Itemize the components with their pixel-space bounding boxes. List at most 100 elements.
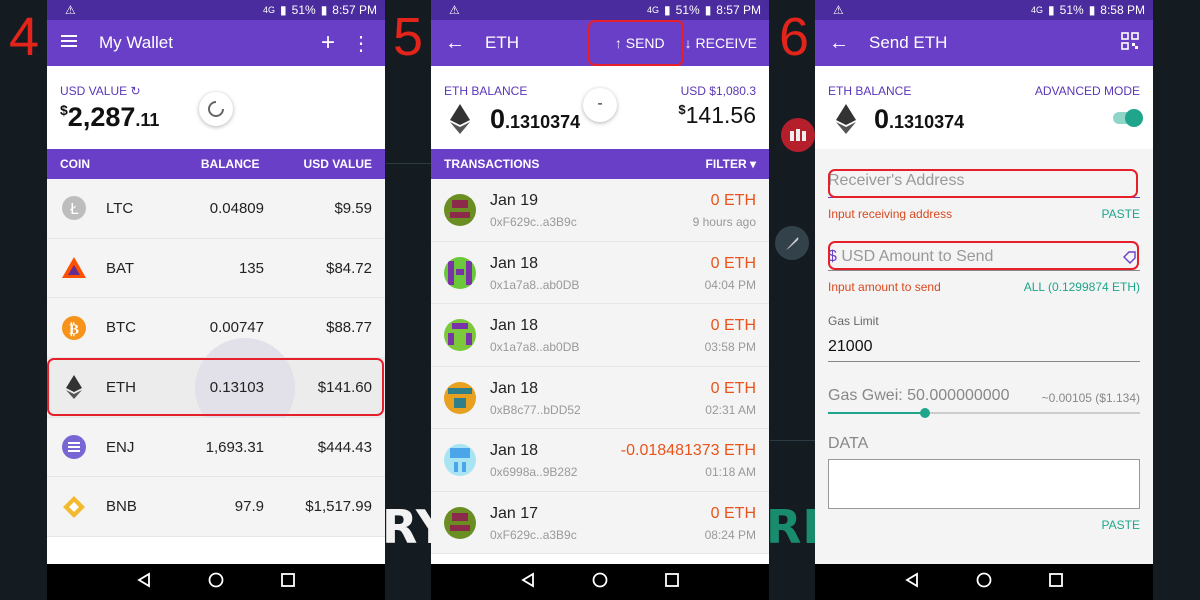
arrow-down-icon: ↓ [684, 35, 692, 51]
ethereum-icon [835, 104, 857, 139]
battery-label: 51% [675, 3, 700, 17]
back-arrow-icon[interactable]: ← [829, 32, 849, 55]
transaction-row[interactable]: Jan 18 0xB8c77..bDD52 0 ETH 02:31 AM [431, 366, 769, 429]
transaction-time: 04:04 PM [704, 277, 756, 292]
transaction-row[interactable]: Jan 17 0xF629c..a3B9c 0 ETH 08:24 PM [431, 491, 769, 554]
loading-spinner-icon [199, 92, 233, 126]
warning-icon: ⚠ [449, 3, 460, 17]
paste-button[interactable]: PASTE [1102, 207, 1140, 221]
gas-gwei-label: Gas Gwei: 50.000000000 [828, 387, 1010, 404]
warning-icon: ⚠ [833, 3, 844, 17]
data-textarea[interactable] [828, 459, 1140, 509]
transaction-time: 01:18 AM [705, 465, 756, 479]
amount-hint: Input amount to send [828, 280, 941, 294]
recents-nav-icon[interactable] [1048, 572, 1064, 593]
transaction-amount: -0.018481373 ETH [620, 442, 756, 459]
identicon-avatar [444, 506, 476, 539]
recents-nav-icon[interactable] [664, 572, 680, 593]
add-icon[interactable]: + [321, 29, 335, 57]
more-options-icon[interactable]: ⋮ [351, 31, 371, 56]
side-badge-icon [781, 118, 815, 152]
identicon-avatar [444, 444, 476, 476]
coin-usd: $84.72 [326, 259, 372, 277]
coin-balance: 1,693.31 [205, 438, 264, 456]
paste-data-button[interactable]: PASTE [1102, 518, 1140, 532]
coin-row-bnb[interactable]: BNB 97.9 $1,517.99 [47, 477, 385, 538]
home-nav-icon[interactable] [592, 572, 608, 593]
gas-gwei-slider[interactable] [828, 408, 1140, 418]
refresh-icon[interactable]: ↻ [130, 84, 140, 98]
receiver-hint: Input receiving address [828, 207, 953, 221]
network-label: 4G [1031, 5, 1044, 15]
slider-knob[interactable] [919, 408, 930, 418]
coin-row-ltc[interactable]: Ł LTC 0.04809 $9.59 [47, 179, 385, 239]
back-nav-icon[interactable] [904, 571, 920, 593]
bat-icon [61, 255, 87, 281]
bitcoin-icon: ₿ [61, 315, 87, 341]
step-number-6: 6 [779, 7, 810, 67]
qr-code-icon[interactable] [1121, 31, 1139, 55]
transaction-row[interactable]: Jan 18 0x1a7a8..ab0DB 0 ETH 03:58 PM [431, 304, 769, 367]
status-bar: ⚠ 4G ▮ 51% ▮ 8:58 PM [815, 0, 1153, 20]
transaction-time: 9 hours ago [692, 215, 756, 229]
usd-value-amount: $141.56 [678, 102, 756, 128]
network-label: 4G [647, 5, 660, 15]
home-nav-icon[interactable] [976, 572, 992, 593]
transactions-label: TRANSACTIONS [444, 157, 540, 171]
coin-table-header: COIN BALANCE USD VALUE [47, 149, 385, 179]
gas-limit-input[interactable]: 21000 [828, 338, 873, 356]
back-nav-icon[interactable] [520, 571, 536, 593]
usd-value-amount: $2,287.11 [60, 102, 160, 132]
coin-balance: 0.00747 [209, 319, 264, 337]
step-number-4: 4 [9, 7, 40, 67]
eth-screen: ⚠ 4G ▮ 51% ▮ 8:57 PM ← ETH ↑ SEND ↓ RECE… [431, 0, 769, 600]
transaction-row[interactable]: Jan 18 0x1a7a8..ab0DB 0 ETH 04:04 PM [431, 241, 769, 304]
advanced-mode-toggle[interactable] [1113, 109, 1143, 127]
transactions-header: TRANSACTIONS FILTER ▾ [431, 149, 769, 179]
binance-icon [61, 494, 87, 520]
toggle-knob [1125, 109, 1143, 127]
column-coin: COIN [60, 157, 90, 171]
transaction-address: 0xF629c..a3B9c [490, 527, 577, 542]
coin-row-enj[interactable]: ENJ 1,693.31 $444.43 [47, 417, 385, 478]
transaction-date: Jan 19 [490, 192, 539, 209]
all-amount-button[interactable]: ALL (0.1299874 ETH) [1024, 280, 1140, 294]
enjin-icon [61, 434, 87, 460]
recents-nav-icon[interactable] [280, 572, 296, 593]
coin-name: BNB [106, 498, 137, 516]
menu-icon[interactable] [61, 34, 79, 53]
transaction-date: Jan 18 [490, 317, 539, 334]
transaction-address: 0x6998a..9B282 [490, 465, 578, 479]
page-title: ETH [485, 33, 519, 52]
android-nav-bar [47, 564, 385, 600]
back-arrow-icon[interactable]: ← [445, 32, 465, 55]
wallet-screen: ⚠ 4G ▮ 51% ▮ 8:57 PM My Wallet + ⋮ USD V… [47, 0, 385, 600]
filter-button[interactable]: FILTER ▾ [706, 157, 756, 171]
home-nav-icon[interactable] [208, 572, 224, 593]
step-number-5: 5 [393, 7, 424, 67]
svg-text:₿: ₿ [69, 320, 79, 338]
collapse-button[interactable]: - [583, 88, 617, 122]
advanced-mode-label: ADVANCED MODE [1034, 84, 1140, 98]
transaction-row[interactable]: Jan 19 0xF629c..a3B9c 0 ETH 9 hours ago [431, 179, 769, 242]
network-label: 4G [263, 5, 276, 15]
coin-name: LTC [106, 199, 134, 217]
highlight-eth-row [47, 358, 384, 416]
coin-balance: 135 [238, 259, 264, 277]
gas-fee-estimate: ~0.00105 ($1.134) [1041, 391, 1140, 405]
transaction-time: 03:58 PM [704, 340, 756, 354]
litecoin-icon: Ł [61, 195, 87, 221]
transaction-address: 0x1a7a8..ab0DB [490, 340, 580, 354]
transaction-amount: 0 ETH [710, 192, 756, 209]
coin-row-bat[interactable]: BAT 135 $84.72 [47, 238, 385, 299]
eth-balance-card: ETH BALANCE 0.1310374 - USD $1,080.3 $14… [431, 66, 769, 149]
receive-button[interactable]: ↓ RECEIVE [685, 35, 757, 51]
battery-icon: ▮ [1088, 3, 1096, 17]
background-line [386, 163, 432, 164]
battery-label: 51% [1059, 3, 1084, 17]
ethereum-icon [449, 104, 471, 139]
send-form: ETH BALANCE 0.1310374 ADVANCED MODE Rece… [815, 66, 1153, 600]
transaction-row[interactable]: Jan 18 0x6998a..9B282 -0.018481373 ETH 0… [431, 429, 769, 492]
coin-usd: $9.59 [334, 199, 372, 217]
back-nav-icon[interactable] [136, 571, 152, 593]
